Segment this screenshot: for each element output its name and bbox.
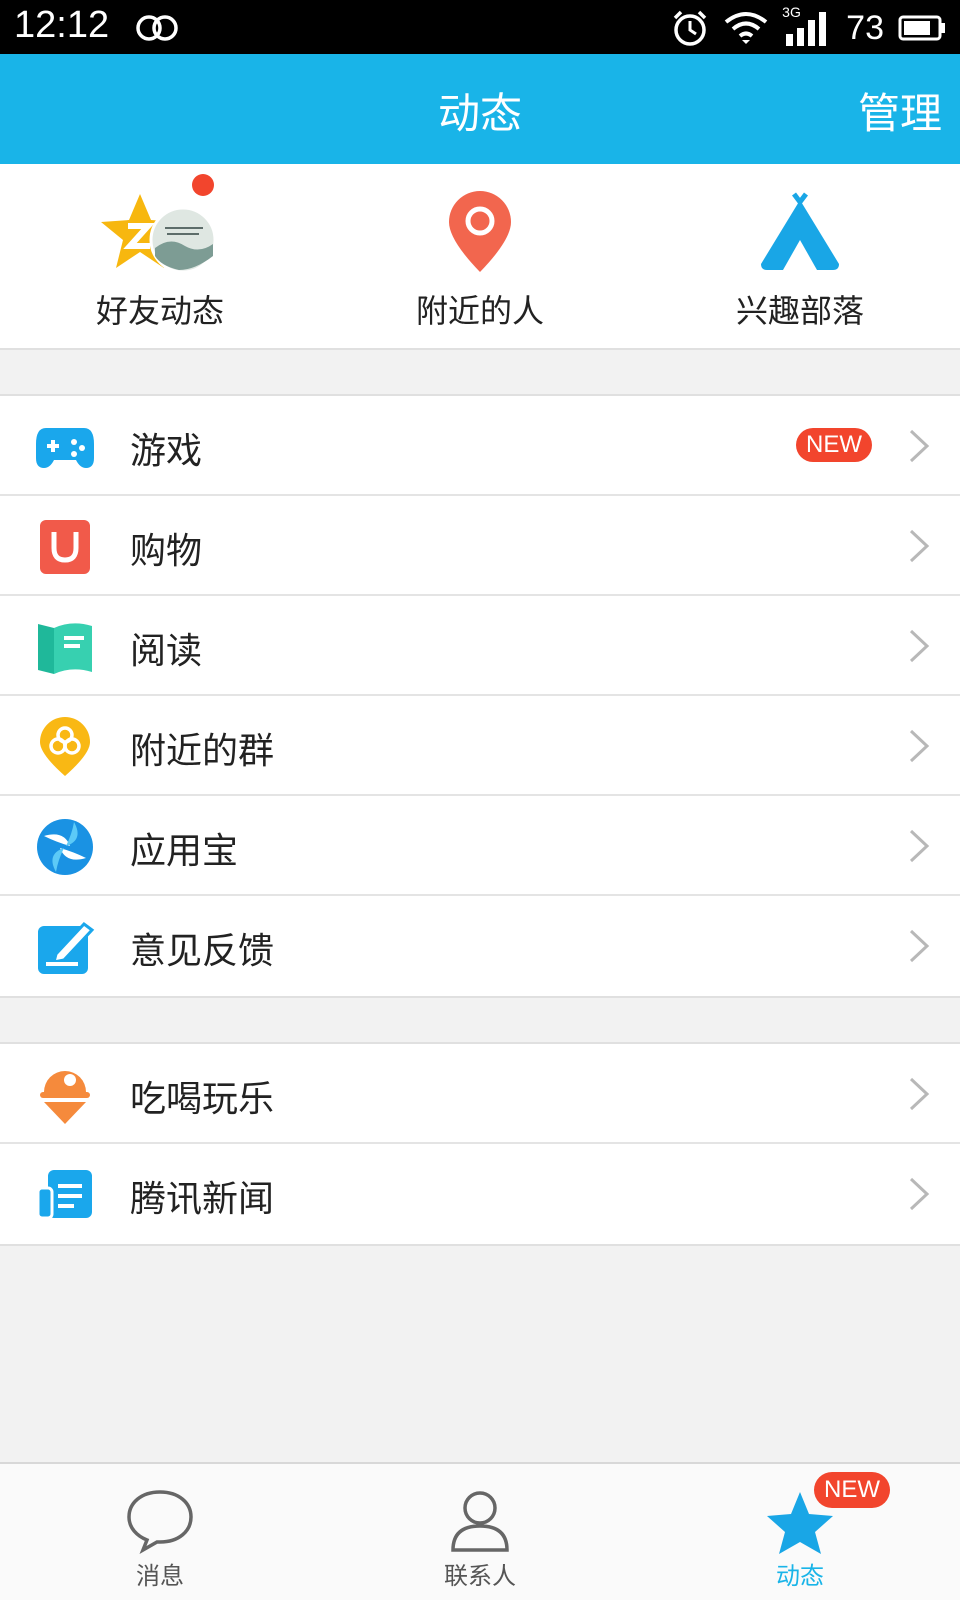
menu-item-nearby-groups[interactable]: 附近的群: [0, 696, 960, 796]
ice-cream-icon: [40, 1071, 90, 1124]
chevron-right-icon: [909, 829, 930, 863]
gamepad-icon: [36, 428, 94, 468]
news-icon: [36, 1170, 92, 1220]
battery-level: 73: [846, 8, 884, 47]
shopping-bag-icon: [40, 520, 90, 574]
menu-item-app-store[interactable]: 应用宝: [0, 796, 960, 896]
unread-dot: [192, 174, 214, 196]
menu-item-label: 游戏: [130, 431, 203, 472]
shortcut-people-nearby[interactable]: 附近的人: [320, 164, 640, 350]
tab-feed[interactable]: NEW 动态: [640, 1464, 960, 1600]
feedback-icon: [38, 921, 95, 974]
tab-label: 消息: [136, 1562, 184, 1590]
shortcut-label: 好友动态: [95, 292, 224, 330]
tent-icon: [761, 192, 839, 270]
tab-contacts[interactable]: 联系人: [320, 1464, 640, 1600]
chat-bubble-icon: [127, 1490, 193, 1554]
tab-messages[interactable]: 消息: [0, 1464, 320, 1600]
menu-item-label: 意见反馈: [130, 931, 275, 972]
menu-item-label: 阅读: [130, 631, 203, 672]
menu-item-food-fun[interactable]: 吃喝玩乐: [0, 1044, 960, 1144]
alarm-icon: [673, 10, 707, 46]
shortcut-friend-feed[interactable]: 好友动态: [0, 164, 320, 350]
tab-label: 联系人: [444, 1562, 516, 1590]
infinity-rings-icon: [136, 15, 178, 41]
app-store-icon: [37, 819, 93, 875]
book-icon: [38, 623, 92, 674]
chevron-right-icon: [909, 929, 930, 963]
status-bar: 12:12 3G 73: [0, 0, 960, 54]
menu-item-reading[interactable]: 阅读: [0, 596, 960, 696]
bottom-tab-bar: 消息 联系人 NEW 动态: [0, 1462, 960, 1600]
shortcut-bar: 好友动态 附近的人 兴趣部落: [0, 164, 960, 350]
chevron-right-icon: [909, 429, 930, 463]
app-header: 动态 管理: [0, 54, 960, 164]
menu-group-primary: 游戏 NEW 购物 阅读 附近的群 应用宝 意见反馈: [0, 394, 960, 998]
shortcut-interest-tribe[interactable]: 兴趣部落: [640, 164, 960, 350]
menu-item-shopping[interactable]: 购物: [0, 496, 960, 596]
tab-label: 动态: [776, 1562, 824, 1590]
battery-icon: [898, 15, 945, 41]
signal-icon: 3G: [782, 4, 832, 48]
menu-item-games[interactable]: 游戏 NEW: [0, 396, 960, 496]
chevron-right-icon: [909, 1177, 930, 1211]
menu-item-label: 购物: [130, 531, 203, 572]
nearby-group-icon: [40, 717, 90, 776]
menu-item-label: 腾讯新闻: [130, 1179, 275, 1220]
chevron-right-icon: [909, 729, 930, 763]
menu-group-secondary: 吃喝玩乐 腾讯新闻: [0, 1042, 960, 1246]
menu-item-label: 附近的群: [130, 731, 275, 772]
shortcut-label: 兴趣部落: [735, 292, 864, 330]
manage-button[interactable]: 管理: [858, 80, 942, 141]
location-pin-icon: [449, 191, 511, 272]
page-title: 动态: [437, 89, 522, 138]
wifi-icon: [724, 12, 768, 44]
status-time: 12:12: [14, 4, 110, 46]
menu-item-label: 应用宝: [130, 831, 239, 872]
new-badge: NEW: [814, 1472, 890, 1508]
chevron-right-icon: [909, 629, 930, 663]
qzone-star-icon: [101, 194, 217, 274]
menu-item-feedback[interactable]: 意见反馈: [0, 896, 960, 996]
chevron-right-icon: [909, 1077, 930, 1111]
chevron-right-icon: [909, 529, 930, 563]
shortcut-label: 附近的人: [415, 292, 544, 330]
new-badge: NEW: [796, 428, 872, 462]
menu-item-label: 吃喝玩乐: [130, 1079, 275, 1120]
contacts-icon: [451, 1491, 509, 1552]
menu-item-tencent-news[interactable]: 腾讯新闻: [0, 1144, 960, 1244]
